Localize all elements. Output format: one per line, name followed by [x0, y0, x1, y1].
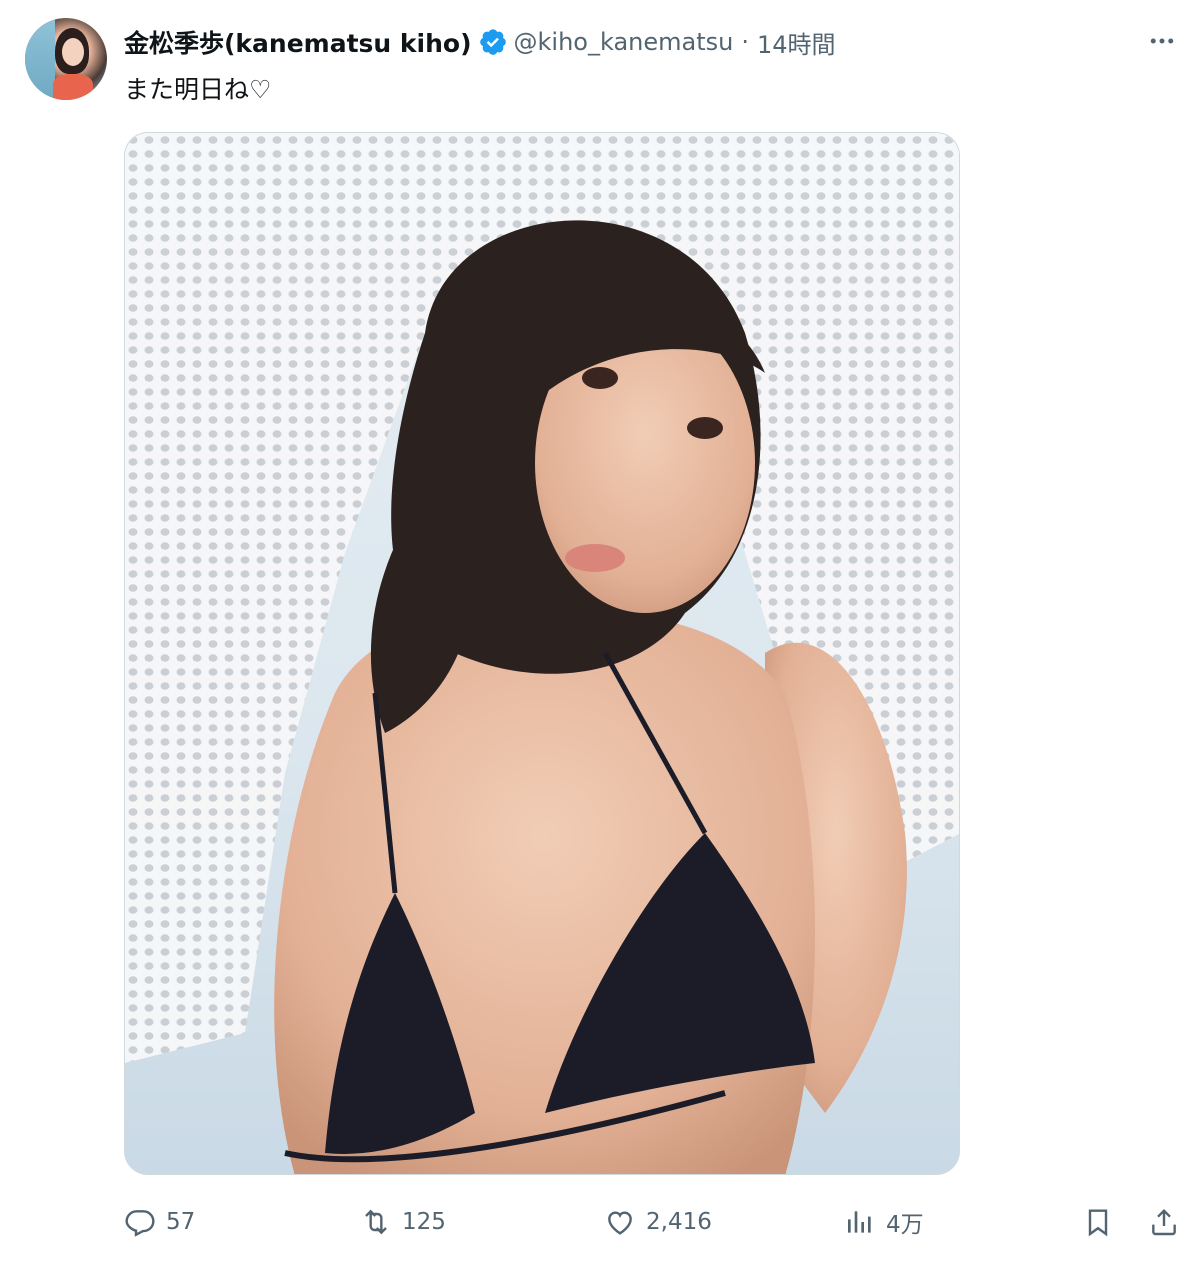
retweet-icon	[365, 1209, 387, 1235]
views-button[interactable]: 4万	[844, 1198, 924, 1246]
verified-badge-icon[interactable]	[478, 27, 508, 57]
heart-icon	[608, 1211, 632, 1235]
tweet-text: また明日ね♡	[124, 75, 272, 104]
tweet: 金松季歩(kanematsu kiho) @kiho_kanematsu · 1…	[0, 0, 1200, 1261]
avatar-face	[62, 38, 84, 66]
like-button[interactable]: 2,416	[604, 1198, 712, 1246]
reply-icon	[125, 1210, 155, 1237]
like-count: 2,416	[646, 1209, 712, 1235]
display-name[interactable]: 金松季歩(kanematsu kiho)	[124, 24, 472, 60]
avatar-background	[25, 18, 55, 100]
share-button[interactable]	[1148, 1198, 1180, 1246]
tweet-photo[interactable]	[124, 132, 960, 1175]
action-bar: 57 125 2,416 4万	[124, 1198, 1188, 1246]
retweet-count: 125	[402, 1209, 446, 1235]
tweet-header: 金松季歩(kanematsu kiho) @kiho_kanematsu · 1…	[124, 22, 836, 62]
reply-count: 57	[166, 1209, 196, 1235]
bookmark-icon	[1088, 1209, 1108, 1237]
views-count: 4万	[886, 1212, 924, 1238]
photo-illustration	[125, 133, 959, 1174]
share-icon	[1152, 1208, 1176, 1236]
avatar-clothing	[53, 74, 93, 100]
bookmark-button[interactable]	[1082, 1198, 1114, 1246]
views-icon	[848, 1211, 871, 1233]
handle[interactable]: @kiho_kanematsu	[514, 28, 734, 56]
retweet-button[interactable]: 125	[360, 1198, 446, 1246]
more-options-icon[interactable]	[1142, 26, 1182, 56]
avatar[interactable]	[25, 18, 107, 100]
timestamp[interactable]: 14時間	[757, 25, 836, 60]
reply-button[interactable]: 57	[124, 1198, 195, 1246]
separator-dot: ·	[741, 28, 750, 56]
